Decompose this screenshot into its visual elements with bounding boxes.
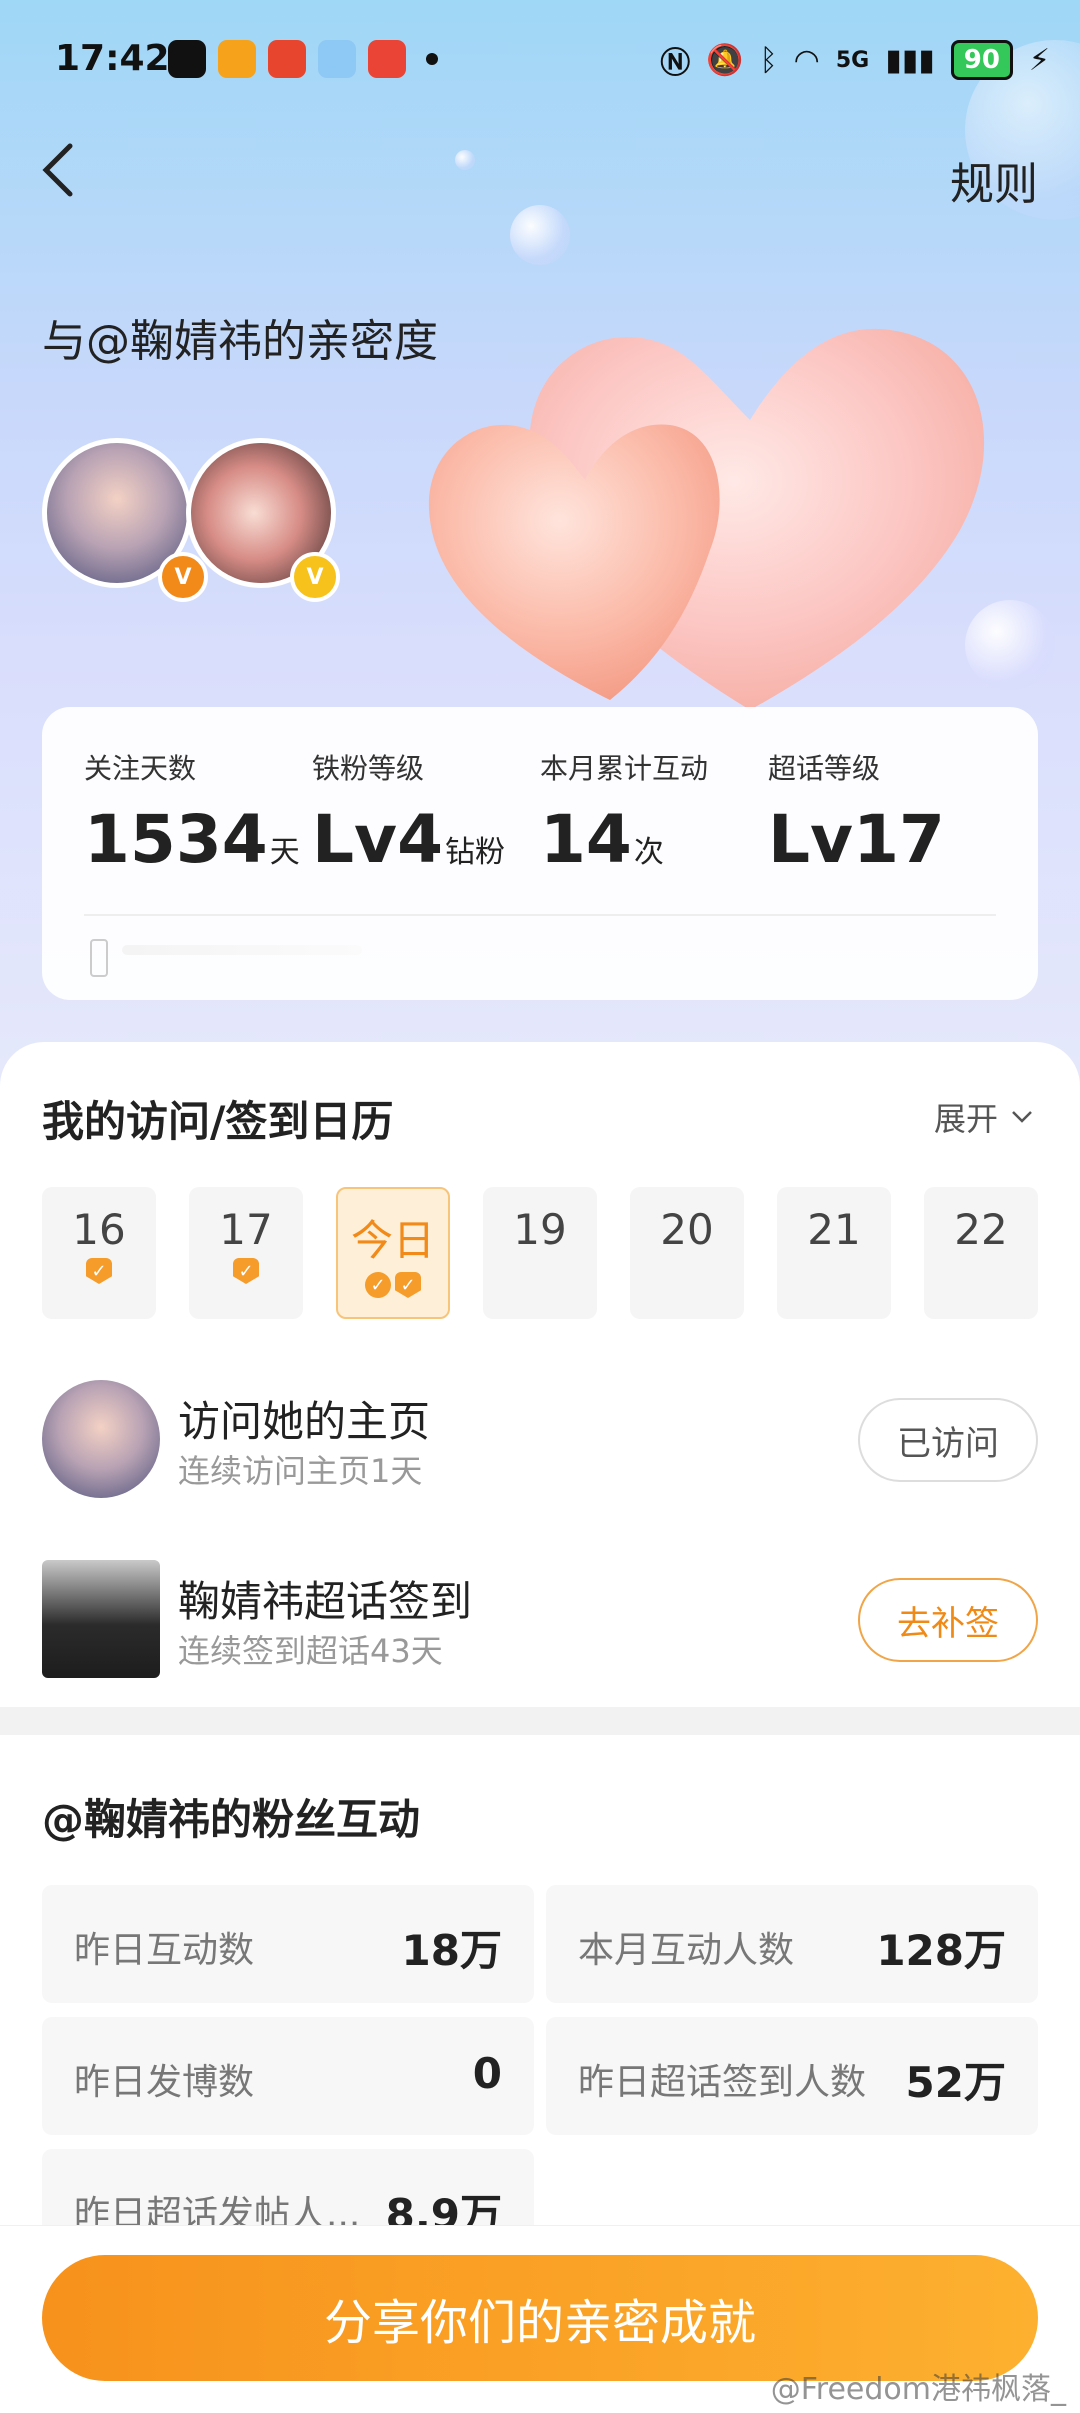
task-visit-homepage: 访问她的主页 连续访问主页1天 已访问: [42, 1380, 1038, 1500]
calendar-day-label: 17: [219, 1205, 273, 1254]
nfc-icon: Ⓝ: [660, 46, 691, 81]
makeup-checkin-button[interactable]: 去补签: [858, 1578, 1038, 1662]
watermark: @Freedom港祎枫落_: [770, 2372, 1066, 2407]
shop-app-icon: [368, 40, 406, 78]
fans-title: @鞠婧祎的粉丝互动: [42, 1795, 421, 1844]
calendar-day-label: 22: [954, 1205, 1008, 1254]
calendar-day-label: 21: [807, 1205, 861, 1254]
rules-link[interactable]: 规则: [950, 148, 1038, 212]
stat-label: 本月累计互动: [540, 752, 709, 785]
status-time: 17:42: [55, 38, 170, 79]
checkin-mark-icon: ✓: [395, 1272, 421, 1298]
calendar-day[interactable]: 16 ✓: [42, 1187, 156, 1319]
bubble-decoration: [455, 150, 475, 170]
task-avatar: [42, 1380, 160, 1498]
wifi-icon: ◠: [793, 42, 820, 78]
network-label: 5G: [835, 47, 870, 73]
stat-value: Lv4钻粉: [312, 801, 505, 878]
calendar-day[interactable]: 21: [777, 1187, 891, 1319]
stat-monthly-interaction: 本月累计互动 14次: [540, 747, 708, 878]
visit-mark-icon: ✓: [365, 1272, 391, 1298]
fan-stat-value: 52万: [905, 2058, 1006, 2107]
task-title: 访问她的主页: [178, 1397, 431, 1446]
charging-icon: ⚡: [1028, 42, 1050, 78]
calendar-day-label: 20: [660, 1205, 714, 1254]
more-notifications-icon: [426, 53, 438, 65]
calendar-day[interactable]: 20: [630, 1187, 744, 1319]
stat-label: 超话等级: [768, 752, 881, 785]
fan-stat-tile: 昨日超话签到人数 52万: [546, 2017, 1038, 2135]
checkin-mark-icon: ✓: [86, 1258, 112, 1284]
intimacy-stats-card: 关注天数 1534天 铁粉等级 Lv4钻粉 本月累计互动 14次 超话等级 Lv…: [42, 707, 1038, 1000]
fan-stat-label: 本月互动人数: [578, 1930, 795, 1971]
notification-icons: [168, 40, 438, 78]
stat-unit: 天: [269, 835, 300, 870]
fan-stat-tile: 昨日互动数 18万: [42, 1885, 534, 2003]
fan-stat-value: 128万: [876, 1926, 1006, 1975]
section-divider: [0, 1707, 1080, 1735]
card-footer-placeholder: [122, 945, 362, 955]
mute-icon: 🔕: [706, 42, 744, 78]
fan-stat-label: 昨日发博数: [74, 2062, 255, 2103]
share-button[interactable]: 分享你们的亲密成就: [42, 2255, 1038, 2381]
stat-unit: 次: [633, 835, 664, 870]
hearts-illustration: [428, 328, 985, 710]
calendar-day[interactable]: 22: [924, 1187, 1038, 1319]
task-title: 鞠婧祎超话签到: [178, 1577, 473, 1626]
verified-badge-icon: V: [158, 552, 208, 602]
calendar-day-label: 19: [513, 1205, 567, 1254]
expand-label: 展开: [933, 1100, 998, 1138]
status-right: Ⓝ 🔕 ᛒ ◠ 5G ▮▮▮ 90 ⚡: [660, 38, 1050, 82]
task-supertopic-checkin: 鞠婧祎超话签到 连续签到超话43天 去补签: [42, 1560, 1038, 1680]
stat-fan-level: 铁粉等级 Lv4钻粉: [312, 747, 505, 878]
stat-follow-days: 关注天数 1534天: [84, 747, 300, 878]
visited-button[interactable]: 已访问: [858, 1398, 1038, 1482]
stat-value: 1534天: [84, 801, 300, 878]
stat-value: 14次: [540, 801, 708, 878]
task-avatar: [42, 1560, 160, 1678]
bubble-decoration: [510, 205, 570, 265]
bluetooth-icon: ᛒ: [759, 42, 778, 78]
fan-stat-label: 昨日互动数: [74, 1930, 255, 1971]
calendar-day[interactable]: 19: [483, 1187, 597, 1319]
stat-number: Lv4: [312, 801, 444, 878]
stat-supertopic-level: 超话等级 Lv17: [768, 747, 947, 878]
calendar-day-label: 16: [72, 1205, 126, 1254]
calendar-day-today[interactable]: 今日 ✓ ✓: [336, 1187, 450, 1319]
stat-label: 关注天数: [84, 752, 197, 785]
fan-stat-tile: 昨日发博数 0: [42, 2017, 534, 2135]
fan-stat-tile: 本月互动人数 128万: [546, 1885, 1038, 2003]
battery-icon: 90: [950, 40, 1013, 80]
fan-stat-value: 0: [472, 2049, 502, 2098]
stat-value: Lv17: [768, 801, 947, 878]
checkin-mark-icon: ✓: [233, 1258, 259, 1284]
status-bar: 17:42 Ⓝ 🔕 ᛒ ◠ 5G ▮▮▮ 90 ⚡: [0, 0, 1080, 125]
card-footer-icon: [90, 939, 108, 977]
task-subtitle: 连续访问主页1天: [178, 1452, 423, 1490]
stat-number: 14: [540, 801, 632, 878]
stat-label: 铁粉等级: [312, 752, 425, 785]
verified-badge-icon: V: [290, 552, 340, 602]
task-subtitle: 连续签到超话43天: [178, 1632, 443, 1670]
stat-number: Lv17: [768, 801, 945, 878]
page-title: 与@鞠婧祎的亲密度: [42, 316, 438, 367]
chevron-down-icon: [1012, 1111, 1032, 1123]
calendar-title: 我的访问/签到日历: [42, 1097, 394, 1146]
fan-stat-label: 昨日超话签到人数: [578, 2062, 867, 2103]
video-app-icon: [218, 40, 256, 78]
stat-number: 1534: [84, 801, 268, 878]
calendar-day-label: 今日: [350, 1216, 435, 1265]
fan-stat-value: 18万: [401, 1926, 502, 1975]
signal-icon: ▮▮▮: [885, 42, 935, 78]
calendar-day[interactable]: 17 ✓: [189, 1187, 303, 1319]
game-app-icon: [268, 40, 306, 78]
card-divider: [84, 914, 996, 916]
expand-button[interactable]: 展开: [934, 1094, 1034, 1140]
weather-icon: [318, 40, 356, 78]
tiktok-icon: [168, 40, 206, 78]
back-icon[interactable]: [38, 140, 78, 215]
stat-unit: 钻粉: [445, 835, 506, 870]
